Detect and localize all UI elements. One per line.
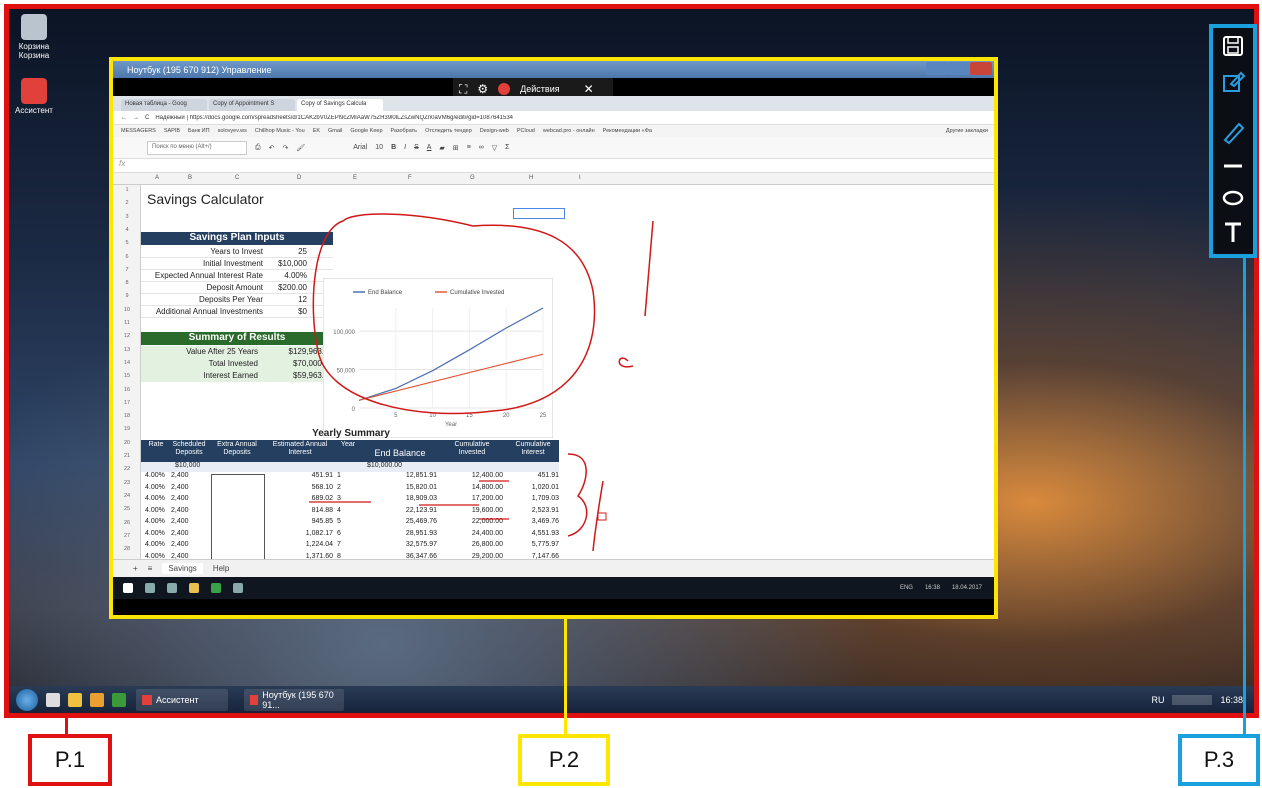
sheet-tab-savings[interactable]: Savings	[162, 563, 203, 574]
underline-annotation	[309, 480, 509, 520]
assistant-icon	[21, 78, 47, 104]
remote-icon	[250, 695, 259, 705]
taskbar-app-icon[interactable]	[46, 693, 60, 707]
label-p2: P.2	[518, 734, 610, 786]
circle-annotation	[312, 213, 596, 415]
pen-stroke	[618, 357, 634, 368]
line-icon[interactable]	[1219, 152, 1247, 180]
taskbar-item-assistant[interactable]: Ассистент	[136, 689, 228, 711]
remote-taskbar: ENG 16:38 18.04.2017	[113, 577, 994, 599]
assistant-icon	[142, 695, 152, 705]
save-icon[interactable]	[1219, 32, 1247, 60]
search-icon[interactable]	[145, 583, 155, 593]
task-view-icon[interactable]	[167, 583, 177, 593]
p2-connector	[564, 619, 567, 734]
all-sheets-icon[interactable]: ≡	[148, 564, 153, 573]
media-icon[interactable]	[90, 693, 104, 707]
sheet-tab-help[interactable]: Help	[213, 564, 229, 573]
windows-start-icon[interactable]	[123, 583, 133, 593]
pen-mark	[597, 512, 607, 521]
annotation-toolbar	[1213, 28, 1253, 254]
chrome-icon[interactable]	[112, 693, 126, 707]
desktop-taskbar: Ассистент Ноутбук (195 670 91... RU 16:3…	[8, 686, 1257, 714]
taskbar-item-remote[interactable]: Ноутбук (195 670 91...	[244, 689, 344, 711]
remote-language[interactable]: ENG	[900, 585, 913, 591]
brace-annotation	[567, 453, 588, 537]
chrome-icon[interactable]	[211, 583, 221, 593]
remote-window-bottom	[113, 599, 994, 615]
annotation-layer	[309, 213, 654, 552]
pen-stroke	[644, 220, 654, 317]
remote-window: Ноутбук (195 670 912) Управление ⛶ ⚙ Дей…	[113, 61, 994, 615]
settings-icon[interactable]	[233, 583, 243, 593]
desktop-icon-recycle-bin[interactable]: Корзина Корзина	[14, 14, 54, 60]
folder-icon[interactable]	[68, 693, 82, 707]
add-sheet-icon[interactable]: +	[133, 564, 138, 573]
desktop-icon-assistant[interactable]: Ассистент	[14, 78, 54, 115]
sheet-tabs-bar: + ≡ Savings Help	[113, 559, 994, 577]
text-icon[interactable]	[1219, 218, 1247, 246]
clock[interactable]: 16:38	[1220, 695, 1243, 705]
tray-icons[interactable]	[1172, 695, 1213, 705]
label-p1: P.1	[28, 734, 112, 786]
remote-clock-date: 18.04.2017	[951, 585, 982, 591]
recycle-bin-icon	[21, 14, 47, 40]
edit-icon[interactable]	[1219, 68, 1247, 96]
explorer-icon[interactable]	[189, 583, 199, 593]
p1-connector	[65, 718, 68, 734]
p3-connector	[1243, 258, 1246, 734]
language-indicator[interactable]: RU	[1151, 695, 1164, 705]
label-p3: P.3	[1178, 734, 1260, 786]
pen-icon[interactable]	[1219, 118, 1247, 146]
remote-clock-time: 16:38	[924, 585, 940, 591]
ellipse-icon[interactable]	[1219, 184, 1247, 212]
start-button[interactable]	[16, 689, 38, 711]
